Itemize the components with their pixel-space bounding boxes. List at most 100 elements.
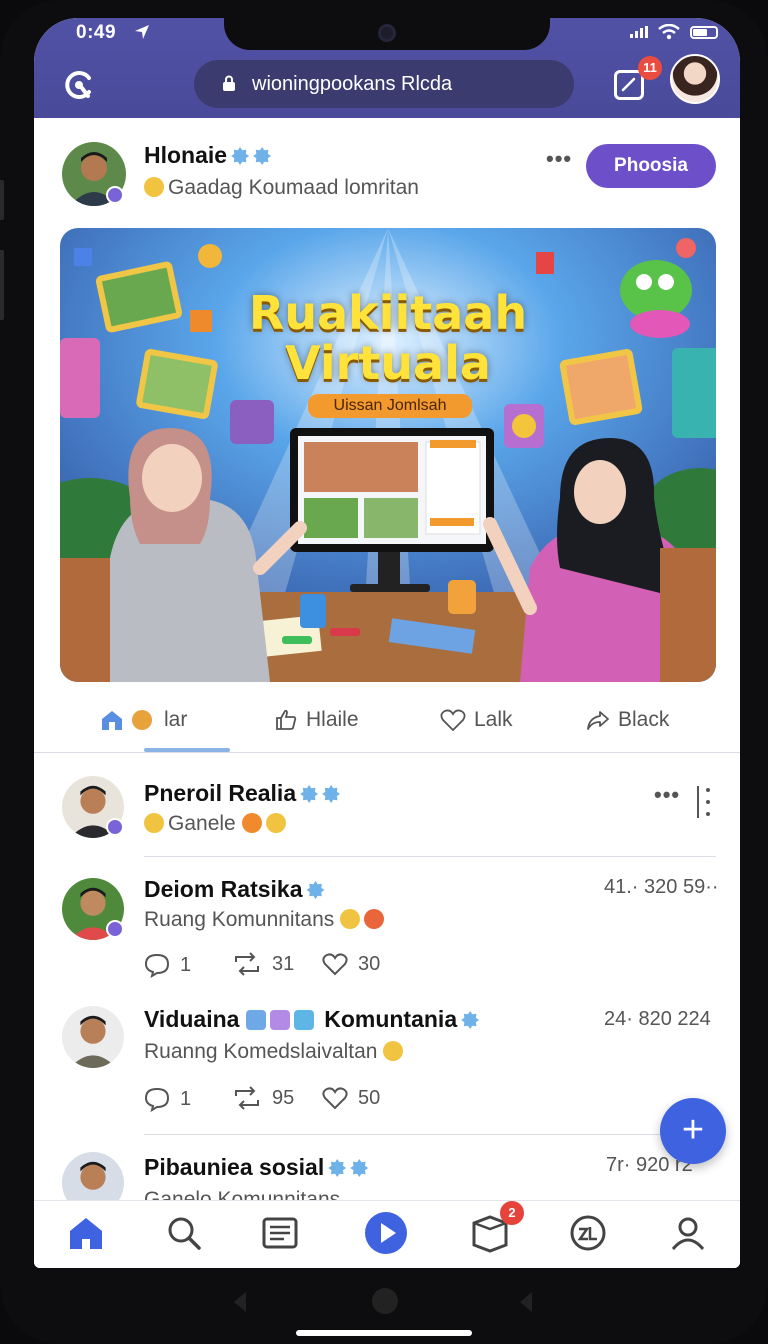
action-label: Hlaile (306, 708, 359, 731)
back-icon[interactable] (230, 1290, 250, 1314)
feed-name-suffix: Komuntania (324, 1006, 458, 1032)
play-icon[interactable] (364, 1211, 408, 1255)
feed-name[interactable]: Deiom Ratsika (144, 876, 325, 903)
emoji-icon (340, 909, 361, 929)
repost-icon (235, 1086, 259, 1110)
repost-count: 31 (272, 952, 295, 975)
repost-stat[interactable]: 31 (232, 952, 294, 976)
feed-sub-text: Ruanng Komedslaivaltan (144, 1040, 378, 1063)
feed-sub: Ruang Komunnitans (144, 908, 388, 932)
banner-title-line1: Ruakiitaah (248, 286, 528, 340)
signal-icon (630, 26, 648, 38)
comment-count: 1 (180, 953, 192, 976)
more-options-icon[interactable]: ••• (546, 146, 572, 172)
tabs-count-badge: 11 (638, 56, 662, 80)
feed-icon[interactable] (260, 1213, 300, 1253)
emoji-icon (241, 813, 262, 833)
verified-badge-icon (306, 881, 325, 899)
feed-avatar[interactable] (62, 1006, 124, 1068)
feed-name[interactable]: Pibauniea sosial (144, 1154, 369, 1181)
action-home[interactable]: lar (100, 708, 187, 732)
action-label: Black (618, 708, 670, 731)
heart-icon (322, 953, 348, 976)
home-button-icon[interactable] (370, 1286, 400, 1316)
side-button (0, 180, 4, 220)
feed-timestamp: 41.· 320 59·· (604, 876, 719, 898)
battery-icon (690, 25, 718, 39)
user-avatar[interactable] (670, 54, 720, 104)
feed-name-text: Pneroil Realia (144, 780, 297, 806)
feed-name[interactable]: Pneroil Realia (144, 780, 341, 807)
recents-icon[interactable] (516, 1290, 536, 1314)
compose-button[interactable]: + (660, 1098, 726, 1164)
location-arrow-icon (135, 25, 149, 39)
search-icon[interactable] (164, 1213, 204, 1253)
tabs-icon (621, 77, 636, 92)
emoji-icon (132, 710, 152, 730)
emoji-icon (144, 813, 164, 833)
community-icon[interactable] (568, 1213, 608, 1253)
bookmark-menu-icon[interactable] (694, 784, 712, 820)
post-actions: lar Hlaile Lalk Black (34, 698, 740, 754)
comment-stat[interactable]: 1 (144, 1086, 191, 1112)
feed-name[interactable]: Viduaina Komuntania (144, 1006, 480, 1033)
verified-dot (106, 818, 124, 836)
verified-dot (106, 186, 124, 204)
author-name[interactable]: Hlonaie (144, 142, 272, 169)
emoji-icon (269, 1010, 290, 1030)
status-icons (630, 24, 718, 40)
author-subtitle: Gaadag Koumaad lomritan (144, 176, 419, 200)
screen: 0:49 wioningpookans Rlcda 11 Hlonaie Gaa… (34, 18, 740, 1268)
feed-name-text: Viduaina (144, 1006, 240, 1032)
share-icon (587, 711, 609, 730)
profile-icon[interactable] (668, 1213, 708, 1253)
verified-badge-icon (231, 147, 250, 165)
address-bar[interactable]: wioningpookans Rlcda (194, 60, 574, 108)
banner-title-line2: Virtuala (285, 336, 491, 390)
bottom-navigation: 2 (34, 1200, 740, 1268)
feed-sub-text: Ganele (168, 812, 236, 835)
emoji-icon (293, 1010, 314, 1030)
comment-stat[interactable]: 1 (144, 952, 191, 978)
notch (224, 18, 550, 50)
action-love[interactable]: Lalk (440, 708, 513, 732)
like-stat[interactable]: 30 (322, 952, 380, 976)
post-banner-image[interactable]: Ruakiitaah Virtuala Uissan Jomlsah (60, 228, 716, 682)
comment-count: 1 (180, 1087, 192, 1110)
feed-sub: Ganele (144, 812, 290, 836)
action-share[interactable]: Black (586, 708, 669, 732)
home-indicator[interactable] (296, 1330, 472, 1336)
camera (378, 24, 396, 42)
heart-icon (322, 1087, 348, 1110)
thumbs-up-icon (276, 709, 297, 730)
like-count: 50 (358, 1086, 381, 1109)
action-label: Lalk (474, 708, 513, 731)
banner-ribbon: Uissan Jomlsah (308, 394, 472, 418)
emoji-icon (144, 177, 164, 197)
like-stat[interactable]: 50 (322, 1086, 380, 1110)
follow-button[interactable]: Phoosia (586, 144, 716, 188)
app-logo-icon[interactable] (62, 68, 96, 102)
verified-badge-icon (300, 785, 319, 803)
home-icon[interactable] (66, 1213, 106, 1253)
emoji-icon (265, 813, 286, 833)
verified-badge-icon (461, 1011, 480, 1029)
feed-timestamp: 24· 820 224 (604, 1008, 711, 1030)
heart-icon (440, 709, 466, 732)
home-emoji-icon (102, 711, 122, 730)
comment-icon (144, 953, 170, 978)
repost-count: 95 (272, 1086, 295, 1109)
comment-icon (144, 1087, 170, 1112)
phone-frame: 0:49 wioningpookans Rlcda 11 Hlonaie Gaa… (0, 0, 768, 1344)
author-name-text: Hlonaie (144, 142, 228, 168)
status-time: 0:49 (76, 22, 117, 43)
emoji-icon (383, 1041, 404, 1061)
app-header: 0:49 wioningpookans Rlcda 11 (34, 18, 740, 118)
action-like[interactable]: Hlaile (274, 708, 359, 732)
side-button (0, 250, 4, 320)
plus-icon: + (681, 1109, 705, 1151)
more-options-icon[interactable]: ••• (654, 782, 680, 808)
repost-stat[interactable]: 95 (232, 1086, 294, 1110)
feed-photo (62, 1006, 124, 1068)
emoji-icon (364, 909, 385, 929)
